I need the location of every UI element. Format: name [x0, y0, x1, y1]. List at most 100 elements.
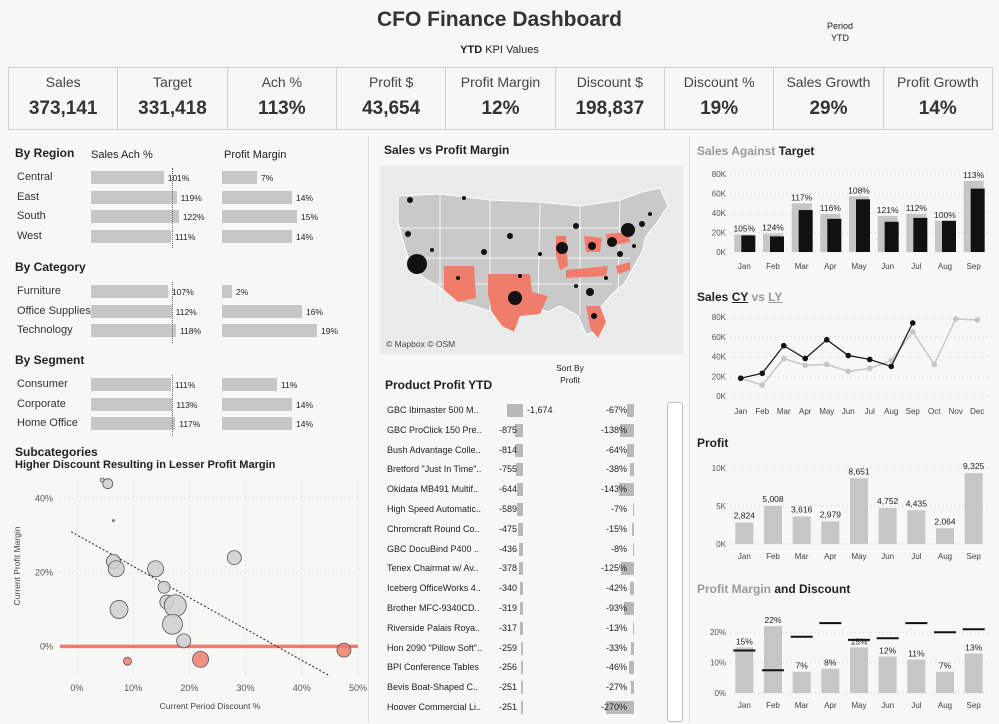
map-bubble[interactable] — [407, 197, 413, 203]
kpi-discount-amount: Discount $ 198,837 — [556, 68, 665, 129]
profit-margin-bar[interactable] — [222, 304, 302, 318]
profit-margin-bar[interactable] — [222, 397, 292, 411]
profit-margin-bar[interactable] — [222, 417, 292, 430]
x-tick-label: Apr — [799, 407, 812, 416]
usa-map[interactable] — [380, 166, 683, 354]
map-bubble[interactable] — [588, 242, 596, 250]
map-view[interactable]: © Mapbox © OSM — [380, 166, 683, 354]
product-row[interactable]: Hon 2090 "Pillow Soft".. -259 -33% — [387, 639, 667, 658]
cyly-cy: CY — [731, 290, 749, 304]
sales-ach-bar[interactable] — [91, 304, 172, 318]
profit-margin-bar[interactable] — [222, 378, 277, 391]
target-bar — [827, 218, 842, 252]
product-margin-bar — [633, 542, 634, 556]
profit-margin-bar[interactable] — [222, 210, 297, 223]
product-row[interactable]: GBC ProClick 150 Pre.. -875 -138% — [387, 421, 667, 440]
profit-margin-value: 11% — [281, 380, 298, 390]
target-bar — [884, 221, 899, 252]
product-row[interactable]: Riverside Palais Roya.. -317 -13% — [387, 619, 667, 638]
ach-label: 121% — [877, 205, 899, 215]
y-tick-label: 0K — [716, 540, 726, 549]
map-bubble[interactable] — [405, 231, 411, 237]
map-bubble[interactable] — [481, 249, 487, 255]
sales-ach-bar[interactable] — [91, 190, 177, 204]
product-margin-value: -42% — [605, 583, 627, 594]
profit-margin-value: 14% — [296, 192, 314, 203]
product-margin-value: -27% — [605, 682, 627, 693]
sales-ach-bar[interactable] — [91, 417, 176, 430]
product-row[interactable]: GBC DocuBind P400 .. -436 -8% — [387, 540, 667, 559]
product-row[interactable]: Bretford "Just In Time".. -755 -38% — [387, 460, 667, 479]
map-bubble[interactable] — [604, 276, 608, 280]
cy-point — [759, 370, 766, 377]
product-row[interactable]: Brother MFC-9340CD.. -319 -93% — [387, 599, 667, 618]
ly-point — [866, 365, 873, 372]
sales-ach-bar[interactable] — [91, 210, 179, 223]
sales-ach-bar[interactable] — [91, 324, 176, 337]
profit-margin-bar[interactable] — [222, 229, 292, 243]
product-profit-bar — [516, 483, 523, 497]
map-bubble[interactable] — [538, 252, 542, 256]
profit-margin-bar[interactable] — [222, 190, 292, 204]
map-bubble[interactable] — [607, 237, 617, 247]
map-bubble[interactable] — [591, 313, 597, 319]
ach-label: 105% — [733, 223, 755, 233]
map-bubble[interactable] — [507, 233, 513, 239]
product-row[interactable]: High Speed Automatic.. -589 -7% — [387, 500, 667, 519]
product-profit-value: -340 — [498, 583, 517, 594]
product-profit-value: -589 — [498, 504, 517, 514]
profit-chart: 10K 5K 0K 2,824 Jan 5,008 Feb 3,616 Mar 2,979 Apr 8… — [712, 461, 988, 561]
product-row[interactable]: Hoover Commercial Li.. -251 -270% — [387, 698, 667, 717]
x-tick-label: Dec — [970, 407, 984, 416]
profit-margin-bar[interactable] — [222, 324, 317, 337]
map-bubble[interactable] — [621, 223, 635, 237]
y-tick-label: 80K — [712, 170, 727, 179]
sort-by-control[interactable]: Sort By Profit — [540, 362, 600, 386]
map-bubble[interactable] — [586, 288, 594, 296]
product-name: GBC ProClick 150 Pre.. — [387, 424, 482, 435]
period-filter[interactable]: Period YTD — [800, 20, 880, 44]
map-bubble[interactable] — [648, 212, 652, 216]
map-bubble[interactable] — [508, 291, 522, 305]
product-margin-bar — [627, 404, 634, 417]
map-bubble[interactable] — [617, 251, 623, 257]
product-row[interactable]: Bush Advantage Colle.. -814 -64% — [387, 441, 667, 460]
kpi-label: Discount % — [683, 74, 755, 90]
map-bubble[interactable] — [456, 276, 460, 280]
product-row[interactable]: Iceberg OfficeWorks 4.. -340 -42% — [387, 579, 667, 598]
scatter-point — [157, 580, 171, 594]
sales-ach-bar[interactable] — [91, 378, 171, 391]
map-bubble[interactable] — [556, 242, 568, 254]
product-margin-value: -15% — [605, 523, 627, 534]
sales-ach-bar[interactable] — [91, 397, 173, 411]
map-bubble[interactable] — [430, 248, 434, 252]
map-bubble[interactable] — [632, 244, 636, 248]
map-bubble[interactable] — [407, 254, 427, 274]
map-bubble[interactable] — [573, 223, 579, 229]
product-profit-value: -875 — [498, 424, 517, 435]
margin-bar — [821, 668, 840, 693]
row-label: Office Supplies — [17, 304, 91, 317]
state-arizona[interactable] — [444, 266, 476, 302]
map-bubble[interactable] — [639, 221, 645, 227]
group-title: By Category — [15, 260, 86, 274]
group-title: By Region — [15, 146, 75, 160]
map-bubble[interactable] — [518, 274, 522, 278]
product-row[interactable]: GBC Ibimaster 500 M.. -1,674 -67% — [387, 401, 667, 420]
x-tick-label: Jan — [738, 701, 751, 710]
product-row[interactable]: Bevis Boat-Shaped C.. -251 -27% — [387, 678, 667, 697]
sales-ach-bar[interactable] — [91, 285, 169, 298]
map-bubble[interactable] — [574, 284, 578, 288]
margin-label: 8% — [824, 658, 837, 668]
product-profit-list[interactable]: GBC Ibimaster 500 M.. -1,674 -67% GBC ProCl… — [387, 401, 667, 724]
sales-ach-bar[interactable] — [91, 171, 164, 184]
product-row[interactable]: Tenex Chairmat w/ Av.. -378 -125% — [387, 559, 667, 578]
profit-margin-bar[interactable] — [222, 285, 232, 298]
product-row[interactable]: Okidata MB491 Multif.. -644 -143% — [387, 480, 667, 499]
map-bubble[interactable] — [462, 196, 466, 200]
product-row[interactable]: BPI Conference Tables -256 -46% — [387, 658, 667, 677]
product-list-scrollbar[interactable] — [667, 402, 683, 722]
sales-ach-bar[interactable] — [91, 229, 171, 243]
product-row[interactable]: Chromcraft Round Co.. -475 -15% — [387, 520, 667, 539]
profit-margin-bar[interactable] — [222, 171, 257, 184]
